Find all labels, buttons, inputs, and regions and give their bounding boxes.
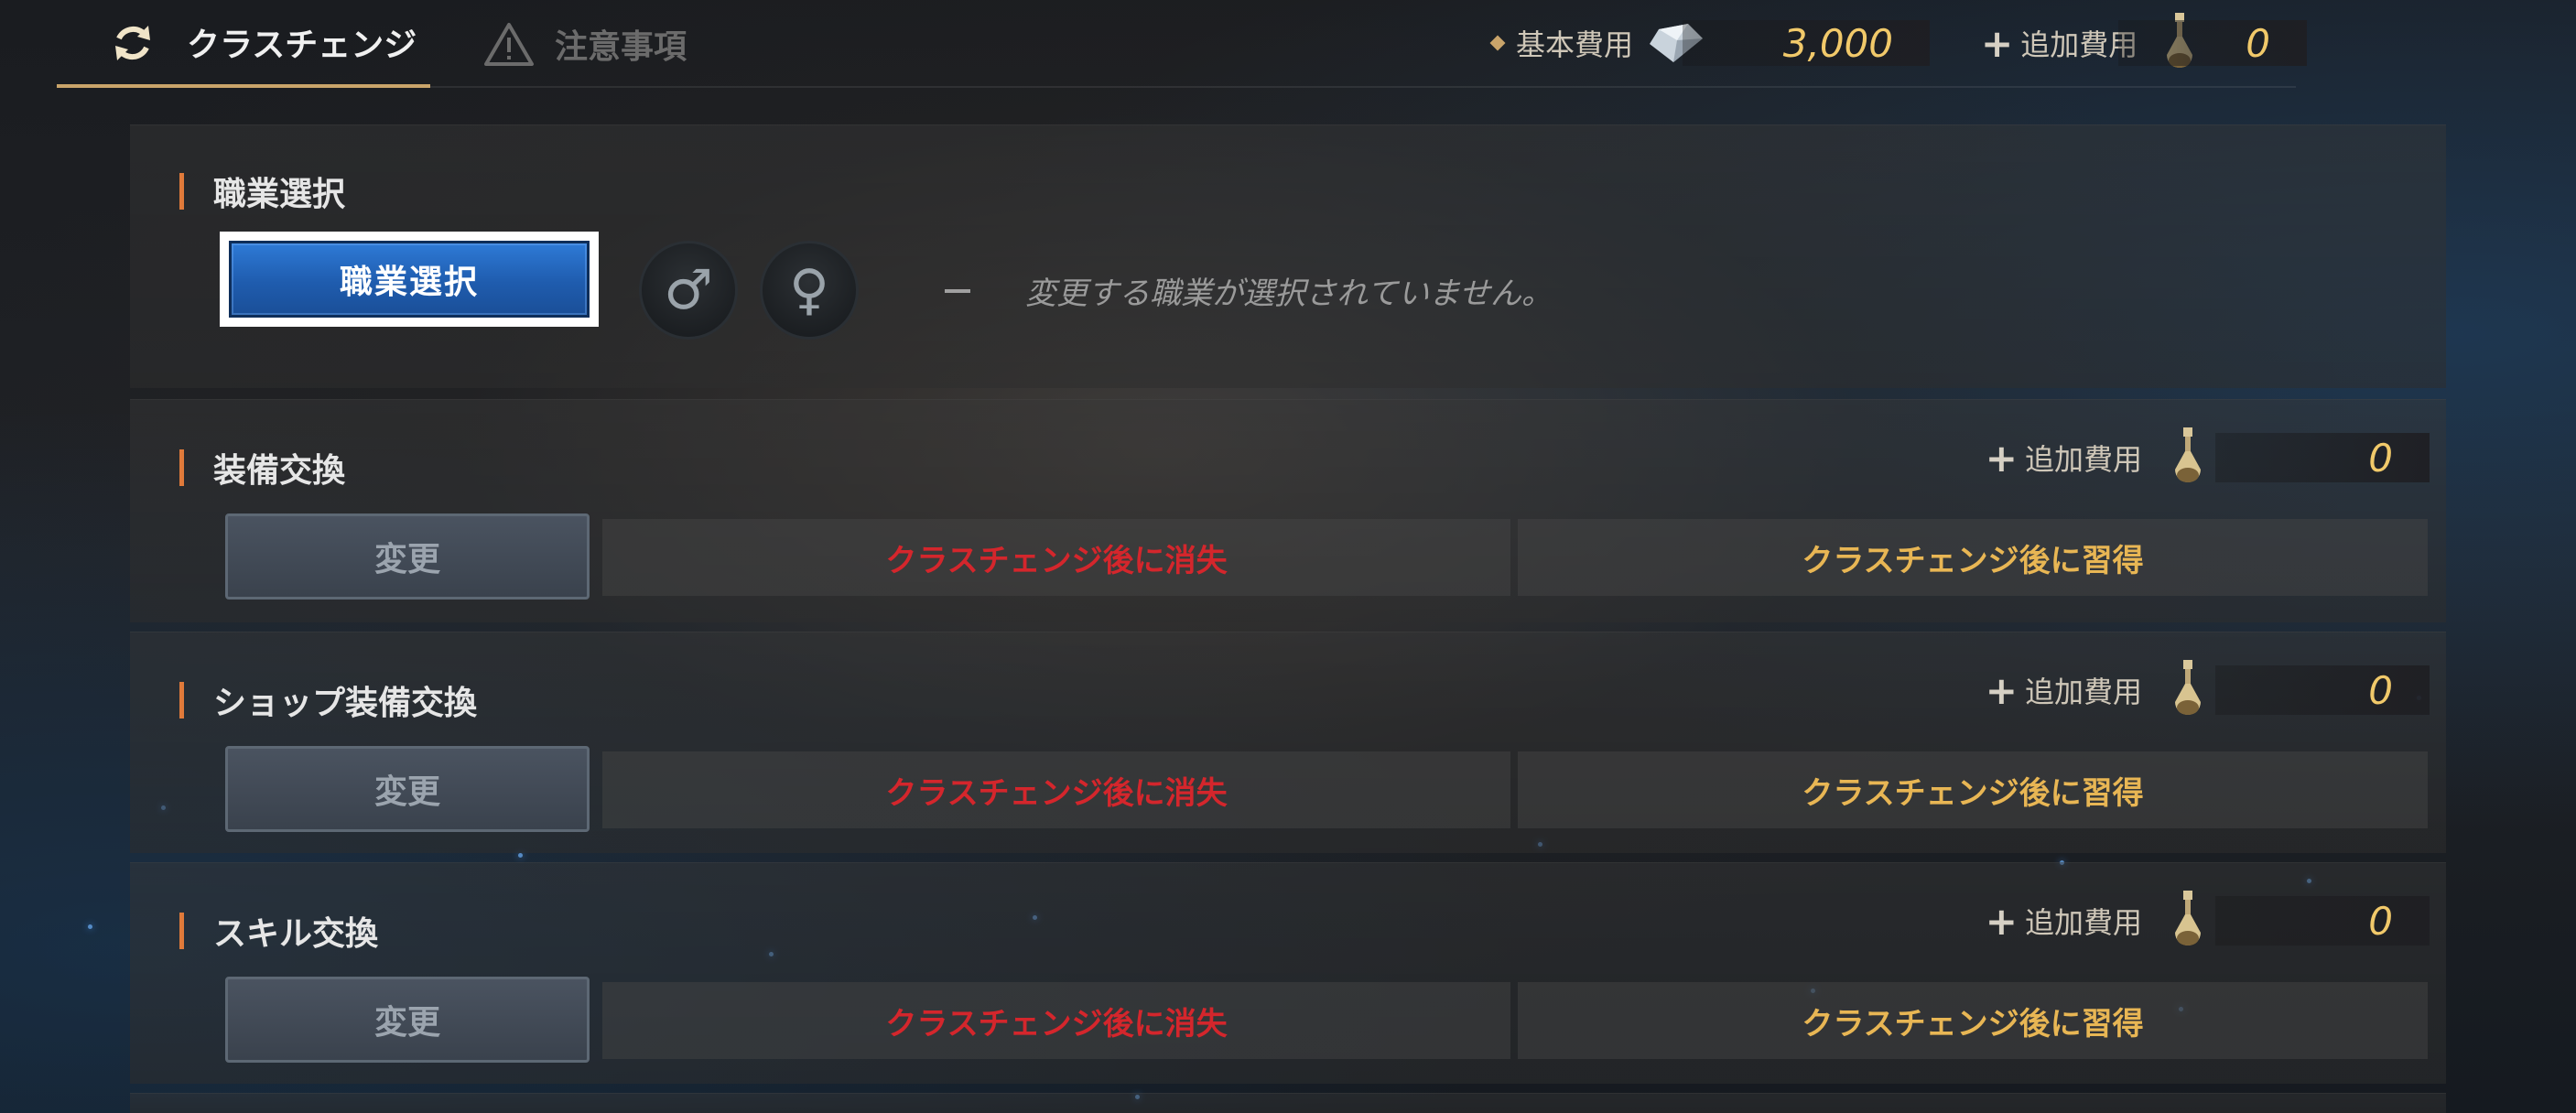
skill-change-button[interactable]: 変更 bbox=[225, 977, 590, 1063]
additional-cost-label: 追加費用 bbox=[2024, 905, 2142, 940]
tab-class-change[interactable]: クラスチェンジ bbox=[57, 0, 430, 88]
plus-icon: + bbox=[1985, 667, 2018, 713]
job-select-button[interactable]: 職業選択 bbox=[220, 232, 599, 327]
accent-bar bbox=[179, 449, 184, 486]
accent-bar bbox=[179, 173, 184, 210]
base-cost-value: 3,000 bbox=[1683, 20, 1930, 66]
section-title: 装備交換 bbox=[179, 444, 345, 492]
plus-icon: + bbox=[1985, 898, 2018, 944]
accent-bar bbox=[179, 913, 184, 949]
bullet-icon bbox=[1489, 35, 1506, 51]
equipment-additional-cost: + 追加費用 0 bbox=[1985, 427, 2430, 482]
refresh-icon bbox=[115, 26, 150, 60]
lose-slot: クラスチェンジ後に消失 bbox=[602, 982, 1510, 1059]
additional-cost-label: 追加費用 bbox=[2024, 675, 2142, 709]
potion-icon bbox=[2175, 427, 2201, 482]
section-title: スキル交換 bbox=[179, 907, 378, 955]
female-icon: ♀ bbox=[789, 258, 829, 322]
job-select-panel: 職業選択 職業選択 ♂ ♀ 変更する職業が選択されていません。 bbox=[130, 124, 2446, 388]
dash-icon bbox=[945, 288, 970, 293]
top-bar: クラスチェンジ 注意事項 基本費用 3,000 + 追加費用 0 bbox=[57, 0, 2307, 88]
job-select-title: 職業選択 bbox=[213, 176, 346, 213]
shop-equipment-title: ショップ装備交換 bbox=[213, 685, 478, 722]
gain-slot: クラスチェンジ後に習得 bbox=[1518, 982, 2428, 1059]
job-status-text: 変更する職業が選択されていません。 bbox=[1025, 276, 1553, 312]
equipment-title: 装備交換 bbox=[213, 452, 346, 490]
job-select-button-label: 職業選択 bbox=[229, 241, 590, 318]
skill-title: スキル交換 bbox=[213, 915, 379, 953]
plus-icon: + bbox=[1985, 435, 2018, 481]
male-icon: ♂ bbox=[664, 258, 713, 322]
warning-icon bbox=[484, 23, 534, 66]
equipment-panel: 装備交換 + 追加費用 0 変更 クラスチェンジ後に消失 クラスチェンジ後に習得 bbox=[130, 399, 2446, 622]
shop-equipment-additional-cost: + 追加費用 0 bbox=[1985, 660, 2430, 715]
additional-cost-value: 0 bbox=[2215, 665, 2430, 715]
potion-icon bbox=[2175, 660, 2201, 715]
job-status: 変更する職業が選択されていません。 bbox=[945, 268, 1553, 313]
tab-notes-label: 注意事項 bbox=[555, 28, 687, 66]
potion-icon bbox=[2175, 891, 2201, 946]
base-cost-label: 基本費用 bbox=[1516, 27, 1634, 62]
tab-class-change-label: クラスチェンジ bbox=[187, 27, 417, 64]
additional-cost-value: 0 bbox=[2215, 433, 2430, 482]
male-button[interactable]: ♂ bbox=[639, 241, 738, 340]
next-panel-edge bbox=[130, 1093, 2446, 1113]
tab-notes[interactable]: 注意事項 bbox=[483, 0, 795, 88]
skill-additional-cost: + 追加費用 0 bbox=[1985, 891, 2430, 946]
plus-icon: + bbox=[1981, 20, 2014, 66]
female-button[interactable]: ♀ bbox=[760, 241, 859, 340]
lose-slot: クラスチェンジ後に消失 bbox=[602, 519, 1510, 596]
shop-equipment-change-button[interactable]: 変更 bbox=[225, 746, 590, 832]
base-cost: 基本費用 bbox=[1489, 20, 1706, 66]
lose-slot: クラスチェンジ後に消失 bbox=[602, 751, 1510, 828]
equipment-change-button[interactable]: 変更 bbox=[225, 513, 590, 600]
section-title: ショップ装備交換 bbox=[179, 676, 477, 724]
shop-equipment-panel: ショップ装備交換 + 追加費用 0 変更 クラスチェンジ後に消失 クラスチェンジ… bbox=[130, 632, 2446, 853]
accent-bar bbox=[179, 682, 184, 719]
additional-cost-value: 0 bbox=[2215, 896, 2430, 946]
additional-cost-value: 0 bbox=[2118, 20, 2307, 66]
gain-slot: クラスチェンジ後に習得 bbox=[1518, 751, 2428, 828]
skill-panel: スキル交換 + 追加費用 0 変更 クラスチェンジ後に消失 クラスチェンジ後に習… bbox=[130, 862, 2446, 1084]
section-title: 職業選択 bbox=[179, 167, 345, 215]
gain-slot: クラスチェンジ後に習得 bbox=[1518, 519, 2428, 596]
additional-cost-label: 追加費用 bbox=[2024, 442, 2142, 477]
